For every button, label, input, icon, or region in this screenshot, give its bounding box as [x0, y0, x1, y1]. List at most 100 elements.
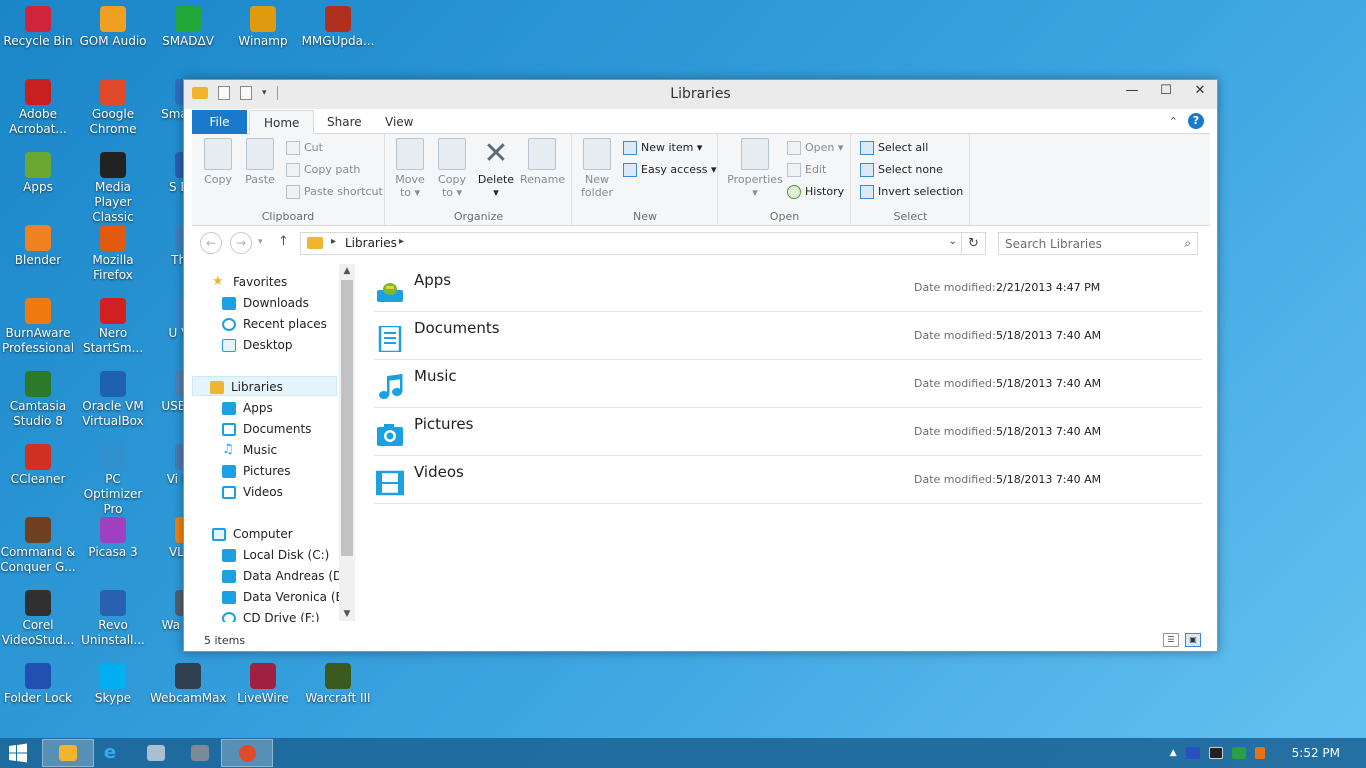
- desktop-icon-smadav[interactable]: SMADΔV: [150, 6, 226, 49]
- list-item[interactable]: Videos Date modified: 5/18/2013 7:40 AM: [374, 456, 1202, 504]
- copy-to-button[interactable]: Copy to ▾: [430, 138, 474, 199]
- list-item[interactable]: Music Date modified: 5/18/2013 7:40 AM: [374, 360, 1202, 408]
- list-item[interactable]: Apps Date modified: 2/21/2013 4:47 PM: [374, 264, 1202, 312]
- scroll-up-arrow-icon[interactable]: ▲: [339, 266, 355, 276]
- desktop-icon-skype[interactable]: Skype: [75, 663, 151, 706]
- desktop-icon-camtasia[interactable]: Camtasia Studio 8: [0, 371, 76, 429]
- power-icon[interactable]: [1208, 747, 1223, 759]
- cut-button[interactable]: Cut: [286, 138, 323, 158]
- breadcrumb-chevron-icon[interactable]: ▸: [331, 236, 336, 247]
- desktop-icon-gom-audio[interactable]: GOM Audio: [75, 6, 151, 49]
- taskbar-app-4[interactable]: [174, 739, 226, 767]
- desktop-icon-chrome[interactable]: Google Chrome: [75, 79, 151, 137]
- desktop-icon-recycle-bin[interactable]: Recycle Bin: [0, 6, 76, 49]
- address-history-dropdown[interactable]: ⌄: [949, 236, 957, 247]
- select-none-button[interactable]: Select none: [860, 160, 943, 180]
- new-folder-button[interactable]: New folder: [575, 138, 619, 199]
- nav-local-disk[interactable]: Local Disk (C:): [222, 545, 329, 565]
- tab-view[interactable]: View: [371, 110, 427, 134]
- desktop-icon-burnaware[interactable]: BurnAware Professional: [0, 298, 76, 356]
- select-all-button[interactable]: Select all: [860, 138, 928, 158]
- show-hidden-icons-icon[interactable]: ▲: [1170, 748, 1177, 758]
- easy-access-button[interactable]: Easy access ▾: [623, 160, 717, 180]
- nav-computer[interactable]: Computer: [212, 524, 293, 544]
- scroll-thumb[interactable]: [341, 280, 353, 556]
- nav-data-andreas[interactable]: Data Andreas (D:): [222, 566, 351, 586]
- desktop-icon-webcam[interactable]: WebcamMax: [150, 663, 227, 706]
- refresh-icon[interactable]: ↻: [961, 233, 985, 254]
- flag-icon[interactable]: [1185, 747, 1200, 759]
- desktop-icon-virtualbox[interactable]: Oracle VM VirtualBox: [75, 371, 151, 429]
- minimize-button[interactable]: —: [1115, 80, 1149, 102]
- forward-button[interactable]: →: [230, 232, 252, 254]
- edit-button[interactable]: Edit: [787, 160, 826, 180]
- details-view-icon[interactable]: ☰: [1163, 633, 1179, 647]
- history-button[interactable]: History: [787, 182, 844, 202]
- desktop-icon-folder-lock[interactable]: Folder Lock: [0, 663, 76, 706]
- volume-icon[interactable]: [1254, 747, 1265, 759]
- start-button[interactable]: [0, 739, 36, 767]
- nav-pictures[interactable]: Pictures: [222, 461, 291, 481]
- copy-button[interactable]: Copy: [196, 138, 240, 186]
- maximize-button[interactable]: ☐: [1149, 80, 1183, 102]
- new-item-button[interactable]: New item ▾: [623, 138, 702, 158]
- desktop-icon-blender[interactable]: Blender: [0, 225, 76, 268]
- large-icons-view-icon[interactable]: ▣: [1185, 633, 1201, 647]
- delete-button[interactable]: ✕ Delete ▾: [474, 138, 518, 200]
- desktop-icon-warcraft[interactable]: Warcraft III: [300, 663, 376, 706]
- desktop-icon-winamp[interactable]: Winamp: [225, 6, 301, 49]
- desktop-icon-apps[interactable]: Apps: [0, 152, 76, 195]
- rename-button[interactable]: Rename: [520, 138, 565, 186]
- taskbar-internet-explorer[interactable]: e: [84, 739, 136, 767]
- close-button[interactable]: ✕: [1183, 80, 1217, 102]
- nav-data-veronica[interactable]: Data Veronica (E:): [222, 587, 352, 607]
- nav-downloads[interactable]: Downloads: [222, 293, 309, 313]
- desktop-icon-livewire[interactable]: LiveWire: [225, 663, 301, 706]
- desktop-icon-revo[interactable]: Revo Uninstall...: [75, 590, 151, 648]
- desktop-icon-media-player[interactable]: Media Player Classic: [75, 152, 151, 225]
- minimize-ribbon-chevron-icon[interactable]: ⌃: [1169, 115, 1178, 128]
- desktop-icon-mmgupdate[interactable]: MMGUpda...: [300, 6, 376, 49]
- move-to-button[interactable]: Move to ▾: [388, 138, 432, 199]
- breadcrumb-libraries[interactable]: Libraries: [345, 236, 397, 250]
- breadcrumb-chevron-icon[interactable]: ▸: [399, 236, 404, 247]
- properties-button[interactable]: Properties ▾: [727, 138, 783, 199]
- navigation-pane-scrollbar[interactable]: ▲ ▼: [339, 264, 355, 621]
- search-input[interactable]: [999, 233, 1169, 254]
- address-bar[interactable]: ▸ Libraries ▸ ⌄ ↻: [300, 232, 986, 255]
- paste-button[interactable]: Paste: [238, 138, 282, 186]
- invert-selection-button[interactable]: Invert selection: [860, 182, 963, 202]
- desktop-icon-nero[interactable]: Nero StartSm...: [75, 298, 151, 356]
- list-item[interactable]: Pictures Date modified: 5/18/2013 7:40 A…: [374, 408, 1202, 456]
- desktop-icon-pc-optimizer[interactable]: PC Optimizer Pro: [75, 444, 151, 517]
- nav-libraries[interactable]: Libraries: [192, 376, 337, 396]
- nav-favorites[interactable]: ★ Favorites: [212, 272, 287, 292]
- up-button[interactable]: ↑: [278, 234, 289, 249]
- tab-home[interactable]: Home: [249, 110, 315, 135]
- desktop-icon-adobe-acrobat[interactable]: Adobe Acrobat...: [0, 79, 76, 137]
- nav-videos[interactable]: Videos: [222, 482, 283, 502]
- nav-recent-places[interactable]: Recent places: [222, 314, 327, 334]
- desktop-icon-command-conquer[interactable]: Command & Conquer G...: [0, 517, 76, 575]
- search-icon[interactable]: ⌕: [1184, 236, 1191, 251]
- nav-desktop[interactable]: Desktop: [222, 335, 293, 355]
- taskbar-chrome[interactable]: [221, 739, 273, 767]
- copy-path-button[interactable]: Copy path: [286, 160, 360, 180]
- nav-apps[interactable]: Apps: [222, 398, 273, 418]
- network-icon[interactable]: [1231, 747, 1246, 759]
- desktop-icon-firefox[interactable]: Mozilla Firefox: [75, 225, 151, 283]
- nav-cd-drive[interactable]: CD Drive (F:): [222, 608, 320, 622]
- help-icon[interactable]: ?: [1188, 113, 1204, 129]
- desktop-icon-picasa[interactable]: Picasa 3: [75, 517, 151, 560]
- tab-share[interactable]: Share: [313, 110, 376, 134]
- open-button[interactable]: Open ▾: [787, 138, 843, 158]
- clock[interactable]: 5:52 PM: [1292, 746, 1340, 760]
- paste-shortcut-button[interactable]: Paste shortcut: [286, 182, 383, 202]
- nav-music[interactable]: ♫ Music: [222, 440, 277, 460]
- tab-file[interactable]: File: [192, 110, 247, 134]
- nav-documents[interactable]: Documents: [222, 419, 311, 439]
- list-item[interactable]: Documents Date modified: 5/18/2013 7:40 …: [374, 312, 1202, 360]
- desktop-icon-ccleaner[interactable]: CCleaner: [0, 444, 76, 487]
- back-button[interactable]: ←: [200, 232, 222, 254]
- scroll-down-arrow-icon[interactable]: ▼: [339, 609, 355, 619]
